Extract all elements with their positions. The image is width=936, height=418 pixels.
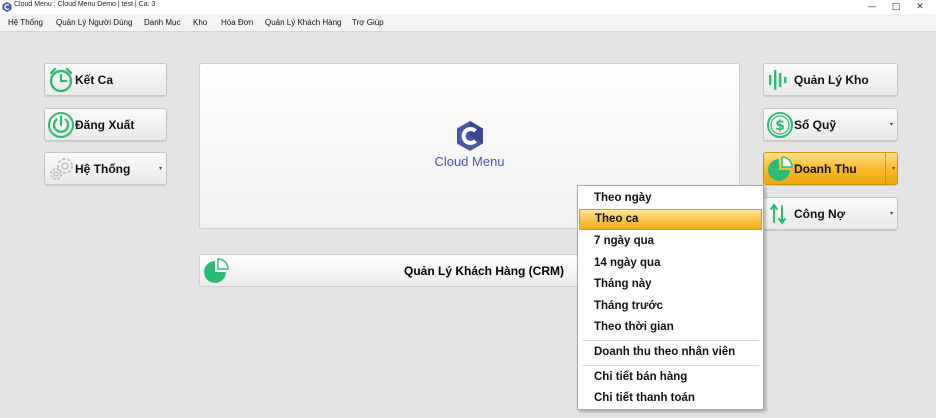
dropdown-item-thang-nay[interactable]: Tháng này [579,274,762,295]
menu-danh-muc[interactable]: Danh Mục [144,18,180,27]
maximize-button[interactable]: □ [884,0,908,14]
quan-ly-kho-button[interactable]: Quản Lý Kho [763,63,898,96]
dropdown-item-chi-tiet-ban-hang[interactable]: Chi tiết bán hàng [579,367,762,388]
crm-button[interactable]: Quản Lý Khách Hàng (CRM) [199,254,579,287]
pie-chart-icon [768,156,793,181]
dropdown-item-theo-thoi-gian[interactable]: Theo thời gian [579,317,762,338]
dropdown-arrow-icon: ▾ [891,165,895,172]
menu-hoa-don[interactable]: Hóa Đơn [221,18,253,27]
dang-xuat-label: Đăng Xuất [75,118,135,132]
logo-text: Cloud Menu [434,154,505,169]
gears-icon [50,158,73,180]
menu-bar: Hệ Thống Quản Lý Người Dùng Danh Mục Kho… [0,14,936,32]
transfer-arrows-icon [770,203,786,225]
dropdown-separator [582,340,759,341]
alarm-clock-icon [49,67,73,93]
dropdown-arrow-icon: ▾ [158,165,162,172]
menu-kho[interactable]: Kho [193,18,207,27]
menu-tro-giup[interactable]: Trợ Giúp [352,18,384,27]
close-button[interactable]: ✕ [908,0,932,14]
pie-chart-icon [204,258,229,283]
cloud-menu-logo-icon [457,121,483,151]
svg-text:$: $ [775,118,785,134]
so-quy-button[interactable]: $ Sổ Quỹ ▾ [763,108,898,141]
window-title: Cloud Menu : Cloud Menu Demo | test | Ca… [14,1,156,8]
dropdown-item-theo-ca[interactable]: Theo ca [579,209,762,230]
menu-quan-ly-khach-hang[interactable]: Quản Lý Khách Hàng [265,18,342,27]
dropdown-item-chi-tiet-thanh-toan[interactable]: Chi tiết thanh toán [579,388,762,409]
minimize-button[interactable]: — [860,0,884,14]
doanh-thu-dropdown: Theo ngày Theo ca 7 ngày qua 14 ngày qua… [577,185,764,410]
ket-ca-button[interactable]: Kết Ca [44,63,167,96]
dropdown-item-doanh-thu-theo-nhan-vien[interactable]: Doanh thu theo nhân viên [579,342,762,363]
dropdown-separator [582,365,759,366]
dropdown-arrow-icon: ▾ [889,210,893,217]
doanh-thu-button[interactable]: Doanh Thu ▾ [763,152,898,185]
menu-quan-ly-nguoi-dung[interactable]: Quản Lý Người Dùng [56,18,132,27]
quan-ly-kho-label: Quản Lý Kho [794,73,869,87]
cong-no-button[interactable]: Công Nợ ▾ [763,197,898,230]
he-thong-label: Hệ Thống [75,162,131,176]
power-icon [48,112,74,138]
title-bar: Cloud Menu : Cloud Menu Demo | test | Ca… [0,0,936,14]
app-logo-icon [2,2,12,12]
cong-no-label: Công Nợ [794,207,846,221]
dropdown-item-7-ngay-qua[interactable]: 7 ngày qua [579,231,762,252]
inventory-bars-icon [769,70,787,90]
dropdown-item-theo-ngay[interactable]: Theo ngày [579,188,762,209]
crm-label: Quản Lý Khách Hàng (CRM) [404,264,565,278]
menu-he-thong[interactable]: Hệ Thống [8,18,43,27]
dropdown-arrow-icon: ▾ [889,121,893,128]
ket-ca-label: Kết Ca [75,73,114,87]
dropdown-item-thang-truoc[interactable]: Tháng trước [579,296,762,317]
he-thong-button[interactable]: Hệ Thống ▾ [44,152,167,185]
dollar-coin-icon: $ [767,112,793,138]
so-quy-label: Sổ Quỹ [794,118,837,132]
dang-xuat-button[interactable]: Đăng Xuất [44,108,167,141]
dropdown-item-14-ngay-qua[interactable]: 14 ngày qua [579,253,762,274]
doanh-thu-label: Doanh Thu [794,162,857,176]
